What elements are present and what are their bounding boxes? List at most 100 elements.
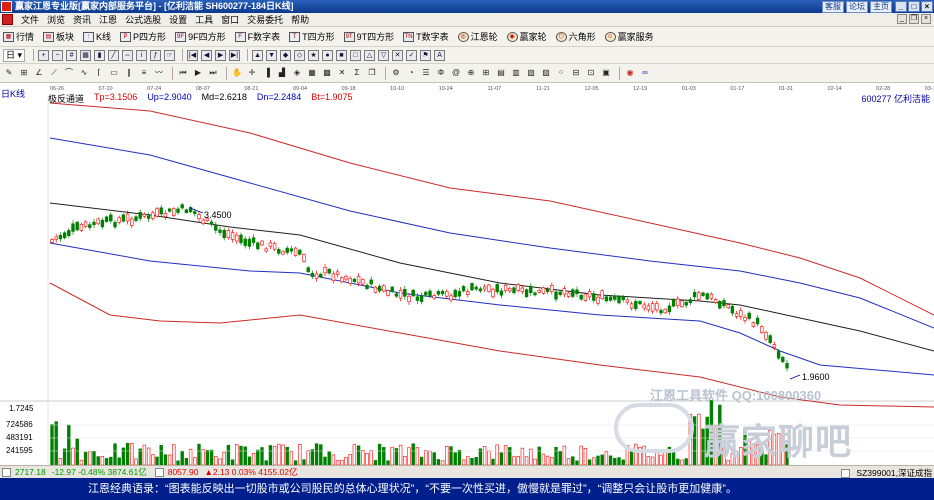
flag-icon[interactable]: ⚑	[420, 49, 432, 61]
tool-gann-wheel-button[interactable]: ◎ 江恩轮	[457, 30, 498, 43]
matrix-icon[interactable]: ▧	[525, 67, 537, 79]
next-icon[interactable]: ▶	[215, 49, 227, 61]
grid-icon[interactable]: ▦	[306, 67, 318, 79]
up-icon[interactable]: ▲	[252, 49, 264, 61]
tool-f-table-button[interactable]: F F数字表	[234, 30, 280, 43]
period-dropdown[interactable]: 日 ▾	[3, 48, 26, 62]
bracket-icon[interactable]: ⌈	[93, 67, 105, 79]
menu-window[interactable]: 窗口	[217, 13, 243, 26]
cycle-icon[interactable]: ∿	[78, 67, 90, 79]
fan-icon[interactable]: ⟋	[48, 67, 60, 79]
tool-9t-square-button[interactable]: 9T 9T四方形	[343, 30, 394, 43]
pencil-icon[interactable]: ✎	[3, 67, 15, 79]
info-icon[interactable]: i	[136, 49, 148, 61]
prev-icon[interactable]: ◀	[201, 49, 213, 61]
menu-formula[interactable]: 公式选股	[121, 13, 165, 26]
minimize-button[interactable]: _	[895, 1, 907, 12]
star-icon[interactable]: ★	[308, 49, 320, 61]
triangle-icon[interactable]: △	[364, 49, 376, 61]
tool-t-square-button[interactable]: T T四方形	[289, 30, 335, 43]
tool-p-square-button[interactable]: P P四方形	[120, 30, 166, 43]
list-icon[interactable]: ☰	[420, 67, 432, 79]
hand-icon[interactable]: ☞	[164, 49, 176, 61]
fib-icon[interactable]: Φ	[435, 67, 447, 79]
panel-icon[interactable]: ▣	[600, 67, 612, 79]
menu-gann[interactable]: 江恩	[95, 13, 121, 26]
diagonal-icon[interactable]: ▨	[540, 67, 552, 79]
first-icon[interactable]: ⏮	[177, 67, 189, 79]
link-zhuye[interactable]: 主页	[870, 1, 892, 13]
zoom-out-icon[interactable]: −	[52, 49, 64, 61]
menu-tools[interactable]: 工具	[191, 13, 217, 26]
box-icon[interactable]: ▭	[108, 67, 120, 79]
globe-icon[interactable]: ◉	[624, 67, 636, 79]
menu-info[interactable]: 资讯	[69, 13, 95, 26]
table-icon[interactable]: ▦	[80, 49, 92, 61]
move-icon[interactable]: ⇔	[122, 49, 134, 61]
kline-chart[interactable]: 06-26 07-10 07-24 08-07 08-21 09-04 09-18 10-10…	[0, 83, 934, 465]
check-icon[interactable]: ✓	[406, 49, 418, 61]
menu-trade[interactable]: 交易委托	[243, 13, 287, 26]
chart-icon[interactable]: ▟	[276, 67, 288, 79]
square-icon[interactable]: □	[350, 49, 362, 61]
circle-icon[interactable]: ●	[322, 49, 334, 61]
zoom-in-icon[interactable]: +	[38, 49, 50, 61]
last-icon[interactable]: ▶|	[229, 49, 241, 61]
tool-quote-button[interactable]: ▦ 行情	[3, 30, 34, 43]
mdi-restore-icon[interactable]: ❐	[909, 14, 919, 24]
tool-t-table-button[interactable]: TN T数字表	[403, 30, 449, 43]
diamond-icon[interactable]: ◆	[280, 49, 292, 61]
cross-icon[interactable]: ✛	[246, 67, 258, 79]
menu-help[interactable]: 帮助	[287, 13, 313, 26]
menu-browse[interactable]: 浏览	[43, 13, 69, 26]
table-icon[interactable]: ▤	[495, 67, 507, 79]
menu-file[interactable]: 文件	[17, 13, 43, 26]
link-luntan[interactable]: 论坛	[846, 1, 868, 13]
x-icon[interactable]: ✕	[336, 67, 348, 79]
formula-icon[interactable]: ƒ	[150, 49, 162, 61]
tile-icon[interactable]: ⊡	[585, 67, 597, 79]
grid-icon[interactable]: ⊟	[570, 67, 582, 79]
diamond-icon[interactable]: ◈	[291, 67, 303, 79]
wave-icon[interactable]: 〰	[153, 67, 165, 79]
text-icon[interactable]: A	[434, 49, 446, 61]
arc-icon[interactable]: ⌒	[63, 67, 75, 79]
triangle-icon[interactable]: ▽	[378, 49, 390, 61]
diamond-icon[interactable]: ◇	[294, 49, 306, 61]
bars-icon[interactable]: ▮	[94, 49, 106, 61]
play-icon[interactable]: ▶	[192, 67, 204, 79]
chart-icon[interactable]: ▥	[510, 67, 522, 79]
gear-icon[interactable]: ⚙	[390, 67, 402, 79]
close-button[interactable]: ×	[921, 1, 933, 12]
infinity-icon[interactable]: ∞	[639, 67, 651, 79]
parallel-icon[interactable]: ∥	[123, 67, 135, 79]
angle-icon[interactable]: ∠	[33, 67, 45, 79]
link-kefu[interactable]: 客服	[822, 1, 844, 13]
mark-icon[interactable]: ✕	[392, 49, 404, 61]
pie-icon[interactable]: ◔	[405, 67, 417, 79]
sum-icon[interactable]: Σ	[351, 67, 363, 79]
tool-kline-button[interactable]: ⫶ K线	[83, 30, 111, 43]
tool-service-button[interactable]: ☺ 赢家服务	[604, 30, 654, 43]
grid-icon[interactable]: #	[66, 49, 78, 61]
hand-icon[interactable]: ✋	[231, 67, 243, 79]
line-icon[interactable]: ╱	[108, 49, 120, 61]
bar-icon[interactable]: ▐	[261, 67, 273, 79]
grid-icon[interactable]: ▩	[321, 67, 333, 79]
tool-9f-square-button[interactable]: 9F 9F四方形	[175, 30, 226, 43]
spiral-icon[interactable]: @	[450, 67, 462, 79]
target-icon[interactable]: ⊕	[465, 67, 477, 79]
tool-hexagon-button[interactable]: ⬡ 六角形	[555, 30, 596, 43]
ruler-icon[interactable]: ⊞	[18, 67, 30, 79]
alert-icon[interactable]	[841, 468, 851, 478]
level-icon[interactable]: ≡	[138, 67, 150, 79]
maximize-button[interactable]: □	[908, 1, 920, 12]
square-icon[interactable]: ■	[336, 49, 348, 61]
first-icon[interactable]: |◀	[187, 49, 199, 61]
menu-settings[interactable]: 设置	[165, 13, 191, 26]
copy-icon[interactable]: ❐	[366, 67, 378, 79]
dots-icon[interactable]: ⁘	[555, 67, 567, 79]
last-icon[interactable]: ⏭	[207, 67, 219, 79]
down-icon[interactable]: ▼	[266, 49, 278, 61]
square-grid-icon[interactable]: ⊞	[480, 67, 492, 79]
